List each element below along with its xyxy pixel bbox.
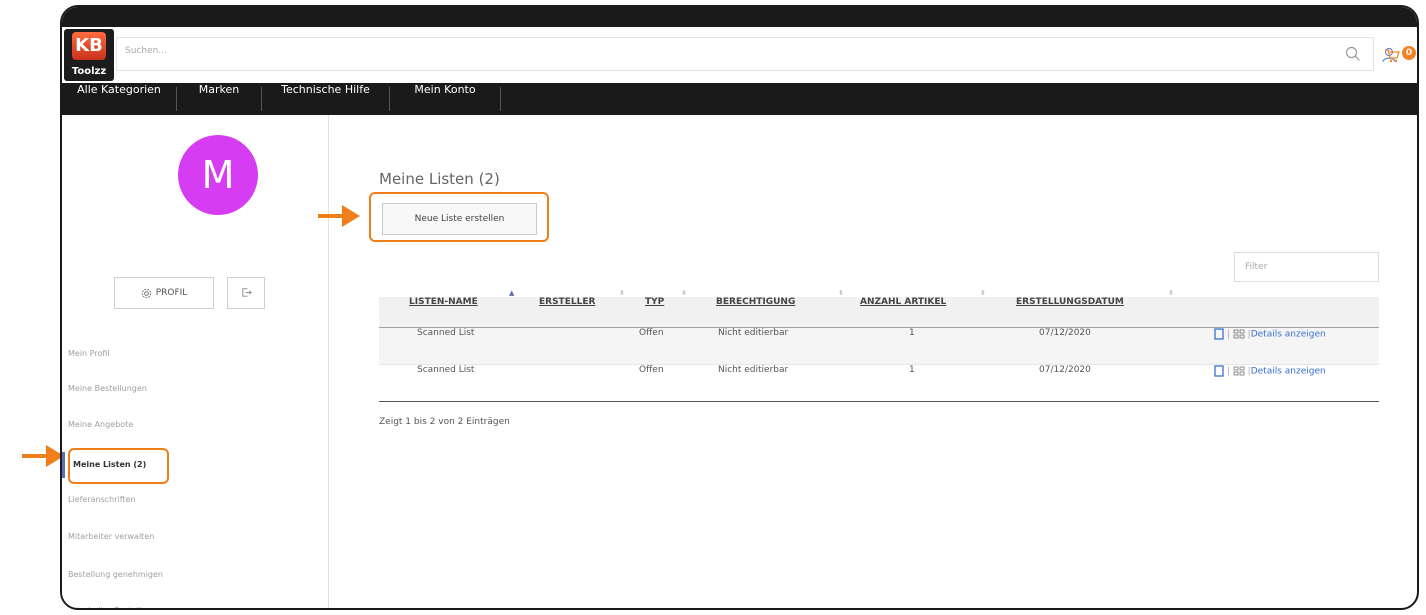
logo-mark: KB (72, 32, 106, 60)
highlight-box (369, 192, 549, 242)
table-row: Scanned List Offen Nicht editierbar 1 07… (379, 328, 1379, 365)
arrow-right-icon (318, 205, 360, 227)
col-header-listen-name[interactable]: LISTEN-NAME ▲ (409, 289, 514, 327)
gear-icon (141, 288, 151, 298)
details-link[interactable]: Details anzeigen (1251, 330, 1326, 340)
col-header-label: ERSTELLER (539, 297, 596, 307)
arrow-right-icon (22, 445, 64, 467)
nav-item-mein-konto[interactable]: Mein Konto (390, 83, 500, 115)
sidebar-item-label: Meine Angebote (68, 420, 134, 429)
sort-icon: ⬍ (681, 289, 687, 297)
col-header-berechtigung[interactable]: BERECHTIGUNG ⬍ (716, 289, 844, 327)
cell-article-count: 1 (909, 365, 915, 375)
cell-permission: Nicht editierbar (718, 365, 789, 375)
col-header-label: ERSTELLUNGSDATUM (1016, 297, 1124, 307)
account-sidebar: M PROFIL Mein Profil Meine Bestellungen … (62, 115, 329, 608)
table-row: Scanned List Offen Nicht editierbar 1 07… (379, 365, 1379, 402)
col-header-typ[interactable]: TYP ⬍ (645, 289, 687, 327)
sidebar-item-label: Mein Profil (68, 349, 110, 358)
sidebar-item-label: Mitarbeiter-Bestellungen (68, 601, 166, 608)
cart-button[interactable]: 0 (1384, 46, 1416, 64)
table-header: LISTEN-NAME ▲ ERSTELLER ⬍ TYP ⬍ BERECHTIGUN… (379, 289, 1379, 328)
col-header-label: TYP (645, 297, 665, 307)
row-actions: | |Details anzeigen (1214, 365, 1326, 401)
col-header-label: ANZAHL ARTIKEL (860, 297, 947, 307)
sort-asc-icon: ▲ (509, 289, 515, 297)
logout-button[interactable] (227, 277, 265, 309)
sort-icon: ⬍ (838, 289, 844, 297)
filter-input[interactable] (1245, 262, 1365, 272)
sort-icon: ⬍ (1168, 289, 1174, 297)
sort-icon: ⬍ (980, 289, 986, 297)
highlight-box (68, 448, 169, 484)
table-info: Zeigt 1 bis 2 von 2 Einträgen (379, 417, 510, 427)
cart-count-badge: 0 (1402, 46, 1416, 60)
sidebar-item-meine-angebote[interactable]: Meine Angebote (62, 415, 327, 435)
nav-item-technische-hilfe[interactable]: Technische Hilfe (262, 83, 389, 115)
sidebar-item-mein-profil[interactable]: Mein Profil (62, 344, 327, 364)
barcode-icon[interactable] (1233, 366, 1245, 376)
search-bar (116, 37, 1374, 71)
copy-icon[interactable] (1214, 328, 1224, 340)
sidebar-item-lieferanschriften[interactable]: Lieferanschriften (62, 490, 327, 510)
sidebar-item-bestellung-genehmigen[interactable]: Bestellung genehmigen (62, 565, 327, 585)
divider: | (1226, 366, 1230, 377)
cell-created-date: 07/12/2020 (1039, 365, 1091, 375)
avatar: M (178, 135, 258, 215)
page-title: Meine Listen (2) (379, 170, 500, 188)
logout-icon (241, 287, 252, 297)
browser-frame: KB Toolzz 0 Alle Kategorien Marken Techn… (60, 5, 1419, 610)
cell-list-name: Scanned List (417, 365, 475, 375)
sidebar-item-label: Meine Bestellungen (68, 384, 147, 393)
logo[interactable]: KB Toolzz (64, 29, 114, 81)
cell-created-date: 07/12/2020 (1039, 328, 1091, 338)
nav-divider (500, 87, 501, 111)
logo-brand: Toolzz (71, 66, 107, 77)
sidebar-item-label: Mitarbeiter verwalten (68, 532, 155, 541)
cell-type: Offen (639, 328, 664, 338)
sidebar-item-meine-bestellungen[interactable]: Meine Bestellungen (62, 379, 327, 399)
filter-box (1234, 252, 1379, 282)
main-nav: Alle Kategorien Marken Technische Hilfe … (62, 83, 1417, 115)
cell-permission: Nicht editierbar (718, 328, 789, 338)
nav-item-marken[interactable]: Marken (177, 83, 261, 115)
col-header-ersteller[interactable]: ERSTELLER ⬍ (539, 289, 625, 327)
profile-button[interactable]: PROFIL (114, 277, 214, 309)
profile-button-label: PROFIL (155, 288, 188, 298)
cell-type: Offen (639, 365, 664, 375)
sidebar-item-mitarbeiter-verwalten[interactable]: Mitarbeiter verwalten (62, 527, 327, 547)
barcode-icon[interactable] (1233, 329, 1245, 339)
col-header-label: BERECHTIGUNG (716, 297, 796, 307)
col-header-label: LISTEN-NAME (409, 297, 478, 307)
search-input[interactable] (125, 46, 1125, 56)
sidebar-item-label: Lieferanschriften (68, 495, 136, 504)
details-link[interactable]: Details anzeigen (1251, 367, 1326, 377)
nav-item-alle-kategorien[interactable]: Alle Kategorien (62, 83, 176, 115)
cell-list-name: Scanned List (417, 328, 475, 338)
col-header-anzahl-artikel[interactable]: ANZAHL ARTIKEL ⬍ (860, 289, 986, 327)
sort-icon: ⬍ (619, 289, 625, 297)
copy-icon[interactable] (1214, 365, 1224, 377)
top-strip (62, 7, 1417, 27)
cell-article-count: 1 (909, 328, 915, 338)
sidebar-item-mitarbeiter-bestellungen[interactable]: Mitarbeiter-Bestellungen (62, 601, 327, 608)
sidebar-item-label: Bestellung genehmigen (68, 570, 163, 579)
col-header-erstellungsdatum[interactable]: ERSTELLUNGSDATUM ⬍ (1016, 289, 1174, 327)
cart-icon (1385, 49, 1400, 63)
divider: | (1226, 329, 1230, 340)
row-actions: | |Details anzeigen (1214, 328, 1326, 364)
search-icon[interactable] (1345, 46, 1361, 62)
